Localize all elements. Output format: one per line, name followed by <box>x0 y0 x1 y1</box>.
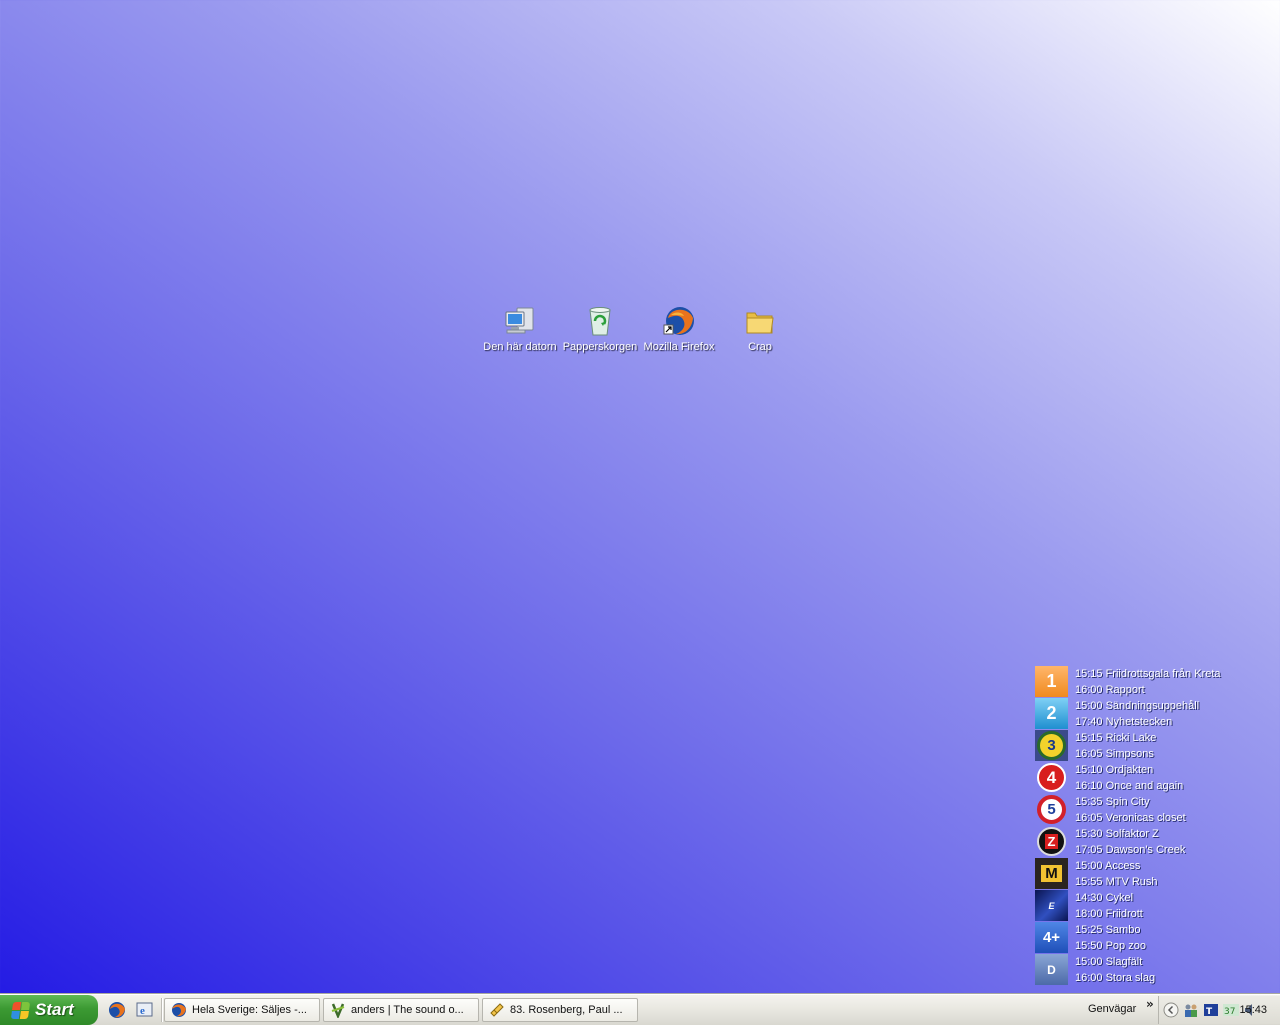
program-now: 15:10 Ordjakten <box>1075 764 1154 776</box>
tv-channel-row[interactable]: D 15:00 Slagfält 16:00 Stora slag <box>1035 954 1275 986</box>
icon-label: Den här datorn <box>483 341 557 353</box>
toolbar-chevron-icon[interactable]: » <box>1146 997 1154 1011</box>
desktop-icon-firefox[interactable]: Mozilla Firefox <box>638 304 720 353</box>
taskbar-separator <box>161 998 162 1022</box>
icon-label: Mozilla Firefox <box>643 341 715 353</box>
icon-label: Papperskorgen <box>562 341 638 353</box>
desktop-icon-recycle-bin[interactable]: Papperskorgen <box>559 304 641 353</box>
program-now: 15:25 Sambo <box>1075 924 1141 936</box>
clock[interactable]: 15:43 <box>1239 1004 1267 1016</box>
program-next: 16:00 Rapport <box>1075 684 1145 696</box>
svt2-logo: 2 <box>1035 698 1068 729</box>
tv-guide-widget: 1 15:15 Friidrottsgala från Kreta 16:00 R… <box>1035 666 1275 986</box>
shortcuts-toolbar-label[interactable]: Genvägar <box>1088 1003 1136 1015</box>
program-now: 15:15 Friidrottsgala från Kreta <box>1075 668 1221 680</box>
program-next: 17:05 Dawson's Creek <box>1075 844 1186 856</box>
tv-channel-row[interactable]: 4 15:10 Ordjakten 16:10 Once and again <box>1035 762 1275 794</box>
program-now: 15:00 Slagfält <box>1075 956 1143 968</box>
desktop-icon-my-computer[interactable]: Den här datorn <box>479 304 561 353</box>
start-button[interactable]: Start <box>0 995 98 1025</box>
program-next: 17:40 Nyhetstecken <box>1075 716 1173 728</box>
tv-widget-tray-icon[interactable]: T <box>1203 1002 1219 1018</box>
kanal5-logo: 5 <box>1035 794 1068 825</box>
mtv-logo: M <box>1035 858 1068 889</box>
task-label: anders | The sound o... <box>351 1004 464 1016</box>
quicklaunch-ie-icon[interactable]: e <box>134 999 156 1021</box>
start-label: Start <box>35 1000 74 1019</box>
task-label: 83. Rosenberg, Paul ... <box>510 1004 623 1016</box>
program-next: 16:05 Simpsons <box>1075 748 1154 760</box>
program-now: 15:00 Access <box>1075 860 1141 872</box>
task-label: Hela Sverige: Säljes -... <box>192 1004 307 1016</box>
tv-channel-row[interactable]: Z 15:30 Solfaktor Z 17:05 Dawson's Creek <box>1035 826 1275 858</box>
media-player-icon <box>490 1003 504 1017</box>
tv-channel-row[interactable]: M 15:00 Access 15:55 MTV Rush <box>1035 858 1275 890</box>
svg-text:T: T <box>1206 1007 1213 1017</box>
program-next: 16:10 Once and again <box>1075 780 1184 792</box>
winamp-icon <box>331 1003 345 1018</box>
eurosport-logo: E <box>1035 890 1068 921</box>
task-button-media-player[interactable]: 83. Rosenberg, Paul ... <box>482 998 638 1022</box>
discovery-logo: D <box>1035 954 1068 985</box>
tv-channel-row[interactable]: 4+ 15:25 Sambo 15:50 Pop zoo <box>1035 922 1275 954</box>
svg-text:e: e <box>140 1005 145 1017</box>
tv4plus-logo: 4+ <box>1035 922 1068 953</box>
firefox-icon <box>172 1003 186 1017</box>
network-users-icon[interactable] <box>1183 1002 1199 1018</box>
program-now: 15:15 Ricki Lake <box>1075 732 1157 744</box>
taskbar: Start e Hela Sverige: Säljes -... anders… <box>0 994 1280 1025</box>
task-button-winamp[interactable]: anders | The sound o... <box>323 998 479 1022</box>
tv-channel-row[interactable]: 5 15:35 Spin City 16:05 Veronicas closet <box>1035 794 1275 826</box>
task-button-firefox[interactable]: Hela Sverige: Säljes -... <box>164 998 320 1022</box>
tray-collapse-arrow-icon[interactable] <box>1163 1002 1179 1018</box>
temperature-value: 37 <box>1224 1007 1235 1017</box>
svt1-logo: 1 <box>1035 666 1068 697</box>
icon-label: Crap <box>748 341 772 353</box>
tv-channel-row[interactable]: 3 15:15 Ricki Lake 16:05 Simpsons <box>1035 730 1275 762</box>
folder-icon <box>743 304 777 338</box>
program-next: 18:00 Friidrott <box>1075 908 1143 920</box>
recycle-bin-icon <box>583 304 617 338</box>
my-computer-icon <box>503 304 537 338</box>
temperature-tray-icon[interactable]: 37 <box>1223 1002 1239 1018</box>
tv-channel-row[interactable]: E 14:30 Cykel 18:00 Friidrott <box>1035 890 1275 922</box>
program-now: 14:30 Cykel <box>1075 892 1134 904</box>
windows-logo-icon <box>10 1001 31 1019</box>
program-next: 16:05 Veronicas closet <box>1075 812 1186 824</box>
tv3-logo: 3 <box>1035 730 1068 761</box>
program-next: 15:50 Pop zoo <box>1075 940 1146 952</box>
program-now: 15:00 Sändningsuppehåll <box>1075 700 1200 712</box>
quick-launch: e <box>106 999 156 1021</box>
program-now: 15:30 Solfaktor Z <box>1075 828 1159 840</box>
quicklaunch-firefox-icon[interactable] <box>106 999 128 1021</box>
tv-channel-row[interactable]: 1 15:15 Friidrottsgala från Kreta 16:00 R… <box>1035 666 1275 698</box>
desktop-icon-crap-folder[interactable]: Crap <box>719 304 801 353</box>
program-now: 15:35 Spin City <box>1075 796 1150 808</box>
ztv-logo: Z <box>1035 826 1068 857</box>
program-next: 15:55 MTV Rush <box>1075 876 1158 888</box>
system-tray: T 37 15:43 <box>1158 996 1280 1024</box>
program-next: 16:00 Stora slag <box>1075 972 1156 984</box>
tv4-logo: 4 <box>1035 762 1068 793</box>
firefox-icon <box>662 304 696 338</box>
tv-channel-row[interactable]: 2 15:00 Sändningsuppehåll 17:40 Nyhetstec… <box>1035 698 1275 730</box>
